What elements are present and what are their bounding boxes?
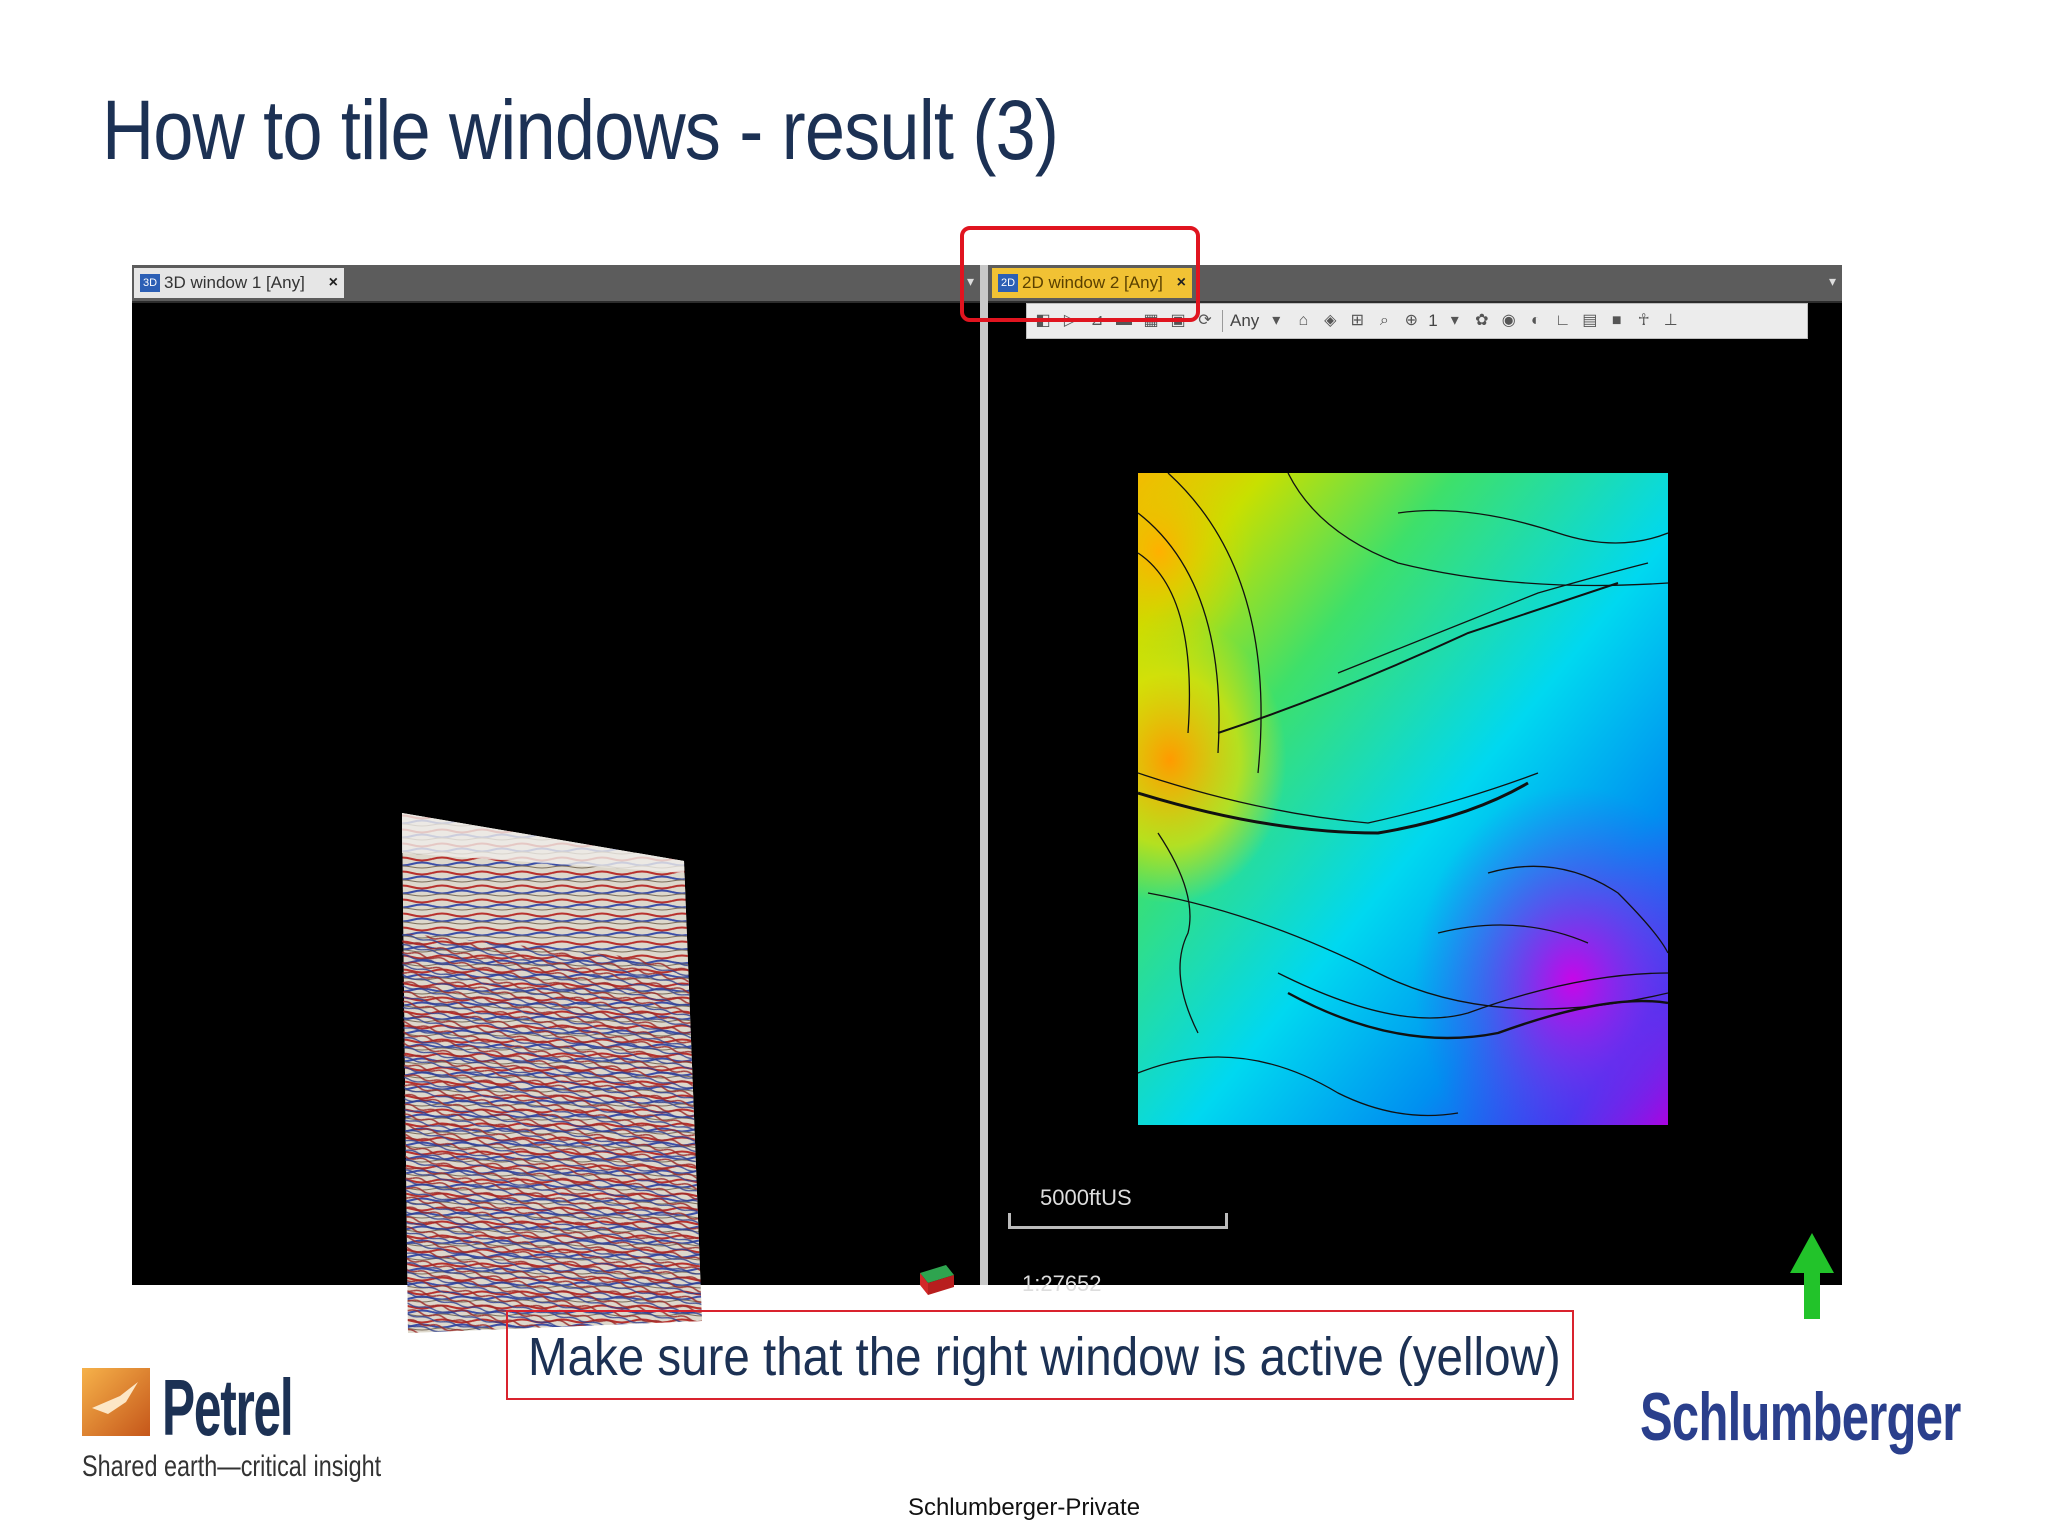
footer-classification: Schlumberger-Private: [907, 1494, 1141, 1521]
display-icon[interactable]: ▤: [1580, 311, 1600, 331]
active-window-highlight: [960, 226, 1200, 322]
slide-title: How to tile windows - result (3): [102, 83, 1059, 177]
axes-orientation-icon: [920, 1265, 954, 1295]
petrel-tagline: Shared earth—critical insight: [82, 1450, 382, 1483]
2d-window-viewport[interactable]: ◧ ▷ ⊿ ▬ ▦ ▣ ⟳ Any ▾ ⌂ ◈ ⊞ ⌕ ⊕ 1 ▾ ✿ ◉ ◐ …: [988, 303, 1842, 1319]
chevron-down-icon[interactable]: ▾: [1266, 311, 1286, 331]
3d-window-viewport[interactable]: [132, 303, 980, 1333]
chevron-down-icon[interactable]: ▾: [1829, 273, 1836, 290]
caption-box: Make sure that the right window is activ…: [506, 1310, 1574, 1400]
lighting-icon[interactable]: ✿: [1472, 311, 1492, 331]
home-icon[interactable]: ⌂: [1293, 311, 1313, 331]
petrel-screenshot: 3D 3D window 1 [Any] × ▾ 2D 2D window 2 …: [132, 265, 1842, 1333]
camera-icon[interactable]: ◉: [1499, 311, 1519, 331]
domain-selector[interactable]: Any: [1230, 311, 1259, 331]
petrel-wordmark: Petrel: [162, 1363, 294, 1452]
schlumberger-logo: Schlumberger: [1640, 1379, 1961, 1455]
pin-icon[interactable]: ⊥: [1661, 311, 1681, 331]
pan-icon[interactable]: ⊕: [1401, 311, 1421, 331]
contour-map-image: [1138, 473, 1668, 1125]
view-icon[interactable]: ◈: [1320, 311, 1340, 331]
toolbar-separator: [1222, 310, 1223, 332]
screenshot-icon[interactable]: ■: [1607, 311, 1627, 331]
seismic-section-image: [402, 813, 702, 1333]
tabbar-3d-window: 3D 3D window 1 [Any] × ▾: [132, 265, 980, 303]
3d-window-icon: 3D: [140, 274, 160, 292]
petrel-logo-icon: [82, 1368, 150, 1436]
close-icon[interactable]: ×: [329, 274, 338, 292]
scale-ratio: 1:27652: [1022, 1271, 1102, 1296]
tab-3d-window[interactable]: 3D 3D window 1 [Any] ×: [134, 268, 344, 298]
window-divider[interactable]: [980, 265, 988, 1285]
zoom-icon[interactable]: ⌕: [1374, 311, 1394, 331]
north-arrow-icon: [1790, 1233, 1834, 1319]
zoom-level-field[interactable]: 1: [1428, 311, 1437, 331]
tab-3d-window-label: 3D window 1 [Any]: [164, 273, 305, 292]
color-icon[interactable]: ◐: [1526, 311, 1546, 331]
chevron-down-icon[interactable]: ▾: [1445, 311, 1465, 331]
scale-bar-label: 5000ftUS: [1040, 1185, 1132, 1210]
frame-icon[interactable]: ⊞: [1347, 311, 1367, 331]
person-icon[interactable]: ☥: [1634, 311, 1654, 331]
axis-icon[interactable]: ∟: [1553, 311, 1573, 331]
caption-text: Make sure that the right window is activ…: [528, 1327, 1561, 1387]
scale-bar-line: [1008, 1213, 1228, 1229]
